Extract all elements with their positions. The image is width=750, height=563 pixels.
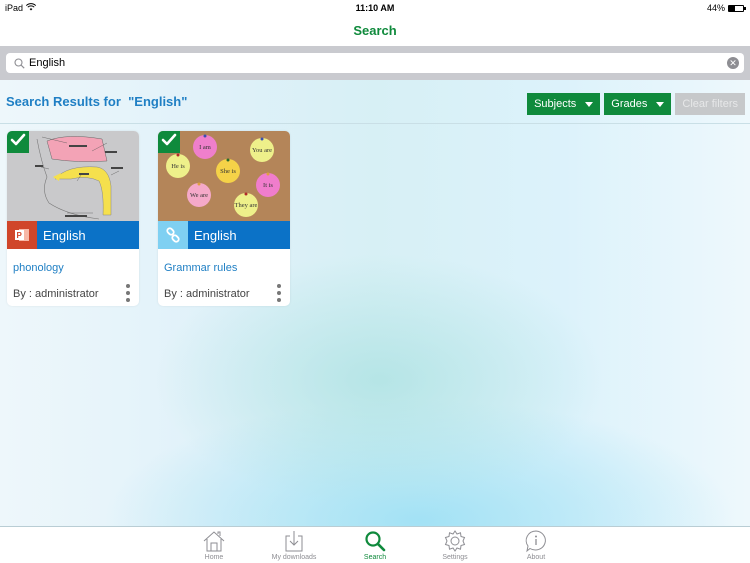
result-card[interactable]: I am You are He is She is It is We are T… — [158, 131, 290, 306]
link-icon — [158, 221, 188, 249]
results-title: Search Results for "English" — [6, 94, 187, 109]
subject-label: English — [43, 227, 86, 243]
selected-checkmark[interactable] — [158, 131, 180, 153]
note-label: I am — [199, 144, 211, 151]
caret-down-icon — [656, 101, 665, 107]
author-label: By : administrator — [164, 288, 250, 300]
info-icon — [524, 529, 548, 553]
tab-label: About — [526, 554, 546, 561]
tab-about[interactable]: About — [496, 529, 576, 561]
status-bar: iPad 11:10 AM 44% — [0, 0, 750, 16]
more-options-button[interactable] — [125, 284, 131, 302]
download-icon — [284, 529, 304, 553]
checkmark-icon — [10, 133, 26, 152]
resource-title-link[interactable]: phonology — [13, 262, 64, 274]
navigation-bar: Search — [0, 16, 750, 46]
clear-search-button[interactable]: ✕ — [727, 57, 739, 69]
tab-bar: Home My downloads Search Settings About — [0, 526, 750, 563]
more-dot — [277, 291, 281, 295]
note-label: She is — [220, 168, 236, 175]
more-dot — [277, 284, 281, 288]
gear-icon — [443, 529, 467, 553]
subject-bar: P English — [7, 221, 139, 249]
note: I am — [193, 135, 217, 159]
battery-percent: 44% — [706, 3, 725, 13]
more-dot — [126, 298, 130, 302]
results-query: "English" — [128, 94, 188, 109]
clear-filters-button[interactable]: Clear filters — [675, 93, 745, 115]
author-label: By : administrator — [13, 288, 99, 300]
note-label: You are — [252, 147, 272, 154]
tab-my-downloads[interactable]: My downloads — [254, 529, 334, 561]
tab-home[interactable]: Home — [174, 529, 254, 561]
note-label: They are — [235, 202, 258, 209]
caret-down-icon — [585, 101, 594, 107]
thumbnail-corkboard[interactable]: I am You are He is She is It is We are T… — [158, 131, 290, 221]
note-label: We are — [190, 192, 208, 199]
grades-filter-label: Grades — [611, 98, 648, 110]
search-bar: ✕ — [0, 46, 750, 80]
tab-label: Search — [363, 554, 387, 561]
search-icon — [364, 529, 386, 553]
svg-text:P: P — [17, 231, 23, 240]
search-results-area: Search Results for "English" Subjects Gr… — [0, 80, 750, 526]
battery-icon — [728, 4, 746, 12]
more-dot — [126, 284, 130, 288]
subjects-filter-button[interactable]: Subjects — [527, 93, 601, 115]
thumbnail-vocal-tract[interactable] — [7, 131, 139, 221]
clock: 11:10 AM — [355, 3, 395, 13]
tab-search[interactable]: Search — [335, 529, 415, 561]
note: She is — [216, 159, 240, 183]
page-title: Search — [353, 23, 397, 38]
tab-label: Settings — [442, 554, 468, 561]
result-card[interactable]: P English phonology By : administrator — [7, 131, 139, 306]
note: He is — [166, 154, 190, 178]
tab-settings[interactable]: Settings — [415, 529, 495, 561]
checkmark-icon — [161, 133, 177, 152]
note-label: It is — [263, 182, 273, 189]
clear-filters-label: Clear filters — [682, 98, 738, 110]
note: They are — [234, 193, 258, 217]
search-field[interactable]: ✕ — [6, 53, 744, 73]
tab-label: Home — [204, 554, 224, 561]
tab-label: My downloads — [271, 554, 317, 561]
note-label: He is — [171, 163, 185, 170]
filter-group: Subjects Grades Clear filters — [527, 93, 745, 115]
search-icon — [9, 57, 29, 69]
note: It is — [256, 173, 280, 197]
resource-title-link[interactable]: Grammar rules — [164, 262, 237, 274]
grades-filter-button[interactable]: Grades — [604, 93, 672, 115]
close-icon: ✕ — [729, 58, 737, 68]
home-icon — [202, 529, 226, 553]
subjects-filter-label: Subjects — [534, 98, 577, 110]
more-dot — [126, 291, 130, 295]
more-options-button[interactable] — [276, 284, 282, 302]
selected-checkmark[interactable] — [7, 131, 29, 153]
results-header: Search Results for "English" Subjects Gr… — [0, 80, 750, 124]
search-input[interactable] — [29, 54, 727, 72]
note: You are — [250, 138, 274, 162]
subject-bar: English — [158, 221, 290, 249]
note: We are — [187, 183, 211, 207]
results-title-prefix: Search Results for — [6, 94, 121, 109]
powerpoint-icon: P — [7, 221, 37, 249]
subject-label: English — [194, 227, 237, 243]
more-dot — [277, 298, 281, 302]
